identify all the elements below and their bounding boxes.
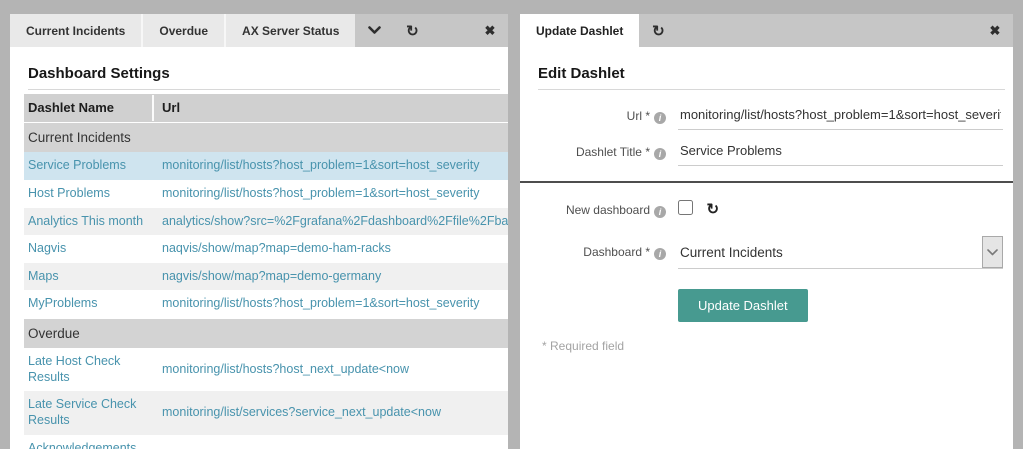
submit-row: Update Dashlet xyxy=(678,289,1013,322)
dashlet-title-label: Dashlet Title * i xyxy=(538,140,666,160)
dashlet-url-link[interactable]: monitoring/list/hosts?host_problem=1&sor… xyxy=(162,296,480,310)
dashlet-url-link[interactable]: nagvis/show/map?map=demo-germany xyxy=(162,269,381,283)
dashlet-name-link[interactable]: Analytics This month xyxy=(28,214,143,228)
update-dashlet-button[interactable]: Update Dashlet xyxy=(678,289,808,322)
dashlet-name-link[interactable]: Late Host Check Results xyxy=(28,354,120,384)
info-icon[interactable]: i xyxy=(654,148,666,160)
tabbar-spacer xyxy=(677,14,977,47)
section-header-overdue: Overdue xyxy=(24,319,508,348)
url-field-row: Url * i xyxy=(538,104,1013,130)
table-row[interactable]: Host Problems monitoring/list/hosts?host… xyxy=(24,180,508,208)
new-dashboard-row: New dashboard i ↻ xyxy=(538,200,1013,220)
chevron-down-icon[interactable] xyxy=(355,14,393,47)
table-row[interactable]: Maps nagvis/show/map?map=demo-germany xyxy=(24,263,508,291)
dashlet-url-link[interactable]: monitoring/list/hosts?host_problem=1&sor… xyxy=(162,186,480,200)
refresh-icon[interactable]: ↻ xyxy=(393,14,431,47)
dashlet-title-label-text: Dashlet Title * xyxy=(576,145,650,159)
autosubmit-refresh-icon: ↻ xyxy=(706,201,719,218)
edit-dashlet-form: Url * i Dashlet Title * i New dashboard i xyxy=(520,104,1013,353)
dashlet-name-link[interactable]: Maps xyxy=(28,269,59,283)
edit-dashlet-title: Edit Dashlet xyxy=(538,65,1005,90)
dashlet-table: Dashlet Name Url Current Incidents Servi… xyxy=(24,94,508,449)
dashlet-url-link[interactable]: naqvis/show/map?map=demo-ham-racks xyxy=(162,241,391,255)
left-content: Dashboard Settings Dashlet Name Url Curr… xyxy=(10,47,508,449)
select-chevron-icon[interactable] xyxy=(982,236,1003,268)
dashlet-name-link[interactable]: Host Problems xyxy=(28,186,110,200)
info-icon[interactable]: i xyxy=(654,206,666,218)
table-row[interactable]: Late Service Check Results monitoring/li… xyxy=(24,391,508,434)
tab-update-dashlet[interactable]: Update Dashlet xyxy=(520,14,639,47)
dashboard-label: Dashboard * i xyxy=(538,236,666,260)
tab-ax-server-status[interactable]: AX Server Status xyxy=(224,14,355,47)
page-title: Dashboard Settings xyxy=(28,65,500,90)
url-label: Url * i xyxy=(538,104,666,124)
dashboard-field-row: Dashboard * i Current Incidents xyxy=(538,236,1013,269)
dashlet-url-link[interactable]: monitoring/list/hosts?host_next_update<n… xyxy=(162,362,409,376)
table-row[interactable]: Acknowledgements Active For At Least Thr… xyxy=(24,435,508,449)
new-dashboard-label-text: New dashboard xyxy=(566,203,650,217)
dashlet-name-link[interactable]: Late Service Check Results xyxy=(28,397,136,427)
dashlet-url-link[interactable]: monitoring/list/hosts?host_problem=1&sor… xyxy=(162,158,480,172)
table-row[interactable]: MyProblems monitoring/list/hosts?host_pr… xyxy=(24,290,508,318)
form-divider xyxy=(520,181,1013,183)
right-content: Edit Dashlet Url * i Dashlet Title * i xyxy=(520,47,1013,449)
table-row[interactable]: Analytics This month analytics/show?src=… xyxy=(24,208,508,236)
close-icon[interactable]: ✖ xyxy=(472,14,508,47)
table-row[interactable]: Nagvis naqvis/show/map?map=demo-ham-rack… xyxy=(24,235,508,263)
edit-dashlet-panel: Update Dashlet ↻ ✖ Edit Dashlet Url * i D… xyxy=(520,14,1013,449)
column-header-url: Url xyxy=(154,94,508,122)
tab-overdue[interactable]: Overdue xyxy=(141,14,224,47)
dashlet-name-link[interactable]: MyProblems xyxy=(28,296,97,310)
dashboard-settings-panel: Current Incidents Overdue AX Server Stat… xyxy=(10,14,508,449)
dashboard-label-text: Dashboard * xyxy=(583,245,650,259)
info-icon[interactable]: i xyxy=(654,112,666,124)
url-label-text: Url * xyxy=(627,109,650,123)
dashlet-title-input[interactable] xyxy=(678,140,1003,166)
tabbar-spacer xyxy=(431,14,472,47)
new-dashboard-checkbox[interactable] xyxy=(678,200,693,215)
refresh-icon[interactable]: ↻ xyxy=(639,14,677,47)
table-row[interactable]: Service Problems monitoring/list/hosts?h… xyxy=(24,152,508,180)
close-icon[interactable]: ✖ xyxy=(977,14,1013,47)
right-tabbar: Update Dashlet ↻ ✖ xyxy=(520,14,1013,47)
section-header-current-incidents: Current Incidents xyxy=(24,123,508,152)
dashlet-name-link[interactable]: Nagvis xyxy=(28,241,66,255)
new-dashboard-label: New dashboard i xyxy=(538,203,666,218)
url-input[interactable] xyxy=(678,104,1003,130)
dashlet-url-link[interactable]: monitoring/list/services?service_next_up… xyxy=(162,405,441,419)
info-icon[interactable]: i xyxy=(654,248,666,260)
dashlet-name-link[interactable]: Acknowledgements Active For At Least Thr… xyxy=(28,441,136,449)
tab-current-incidents[interactable]: Current Incidents xyxy=(10,14,141,47)
dashlet-title-field-row: Dashlet Title * i xyxy=(538,140,1013,166)
column-header-dashlet-name: Dashlet Name xyxy=(24,95,154,121)
dashlet-url-link[interactable]: analytics/show?src=%2Fgrafana%2Fdashboar… xyxy=(162,214,508,228)
dashlet-name-link[interactable]: Service Problems xyxy=(28,158,126,172)
required-field-note: * Required field xyxy=(542,339,1013,353)
table-row[interactable]: Late Host Check Results monitoring/list/… xyxy=(24,348,508,391)
left-tabbar: Current Incidents Overdue AX Server Stat… xyxy=(10,14,508,47)
table-header-row: Dashlet Name Url xyxy=(24,94,508,122)
dashboard-select[interactable]: Current Incidents xyxy=(678,236,1003,269)
dashboard-select-value: Current Incidents xyxy=(678,236,982,268)
